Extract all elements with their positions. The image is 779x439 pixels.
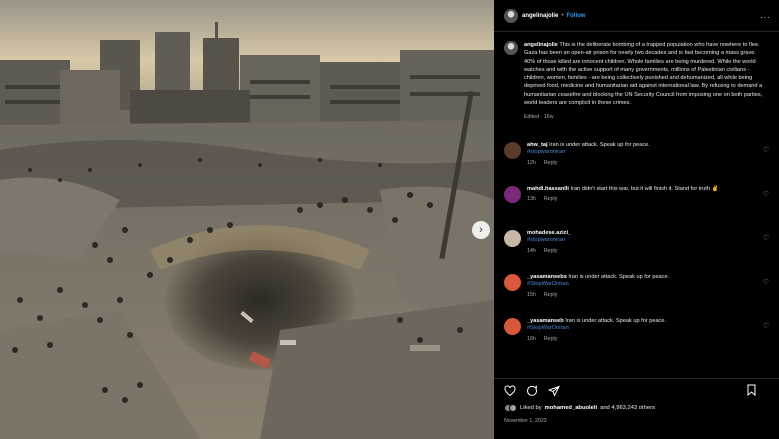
commenter-username[interactable]: _yasamanseb: [527, 318, 564, 324]
comment-list: ahw_taj Iran is under attack. Speak up f…: [494, 141, 779, 362]
liker-avatar: [509, 404, 517, 412]
commenter-avatar[interactable]: [504, 229, 521, 247]
comment-heart-icon[interactable]: ♡: [763, 234, 769, 242]
author-avatar[interactable]: [504, 8, 518, 23]
follow-button[interactable]: Follow: [566, 13, 585, 19]
caption-meta: Edited · 16w: [524, 114, 554, 121]
commenter-username[interactable]: ahw_taj: [527, 142, 548, 148]
bookmark-icon[interactable]: [746, 384, 757, 396]
comment-item: mahdi.hassanlli Iran didn't start this w…: [494, 185, 779, 230]
comment-hashtag[interactable]: #stopwaroniran: [527, 237, 565, 243]
comment-age: 14h: [527, 248, 536, 255]
share-icon[interactable]: [548, 385, 560, 397]
separator-dot: •: [561, 12, 564, 19]
likes-summary: Liked by mohamed_abuoleli and 4,963,243 …: [504, 404, 655, 412]
reply-button[interactable]: Reply: [544, 160, 558, 166]
more-options-icon[interactable]: ···: [760, 13, 771, 22]
comment-age: 12h: [527, 160, 536, 167]
comment-heart-icon[interactable]: ♡: [763, 278, 769, 286]
comment-item: ahw_taj Iran is under attack. Speak up f…: [494, 141, 779, 186]
next-image-button[interactable]: ›: [472, 221, 490, 239]
caption-avatar[interactable]: [504, 41, 518, 55]
post-header: angelinajolie • Follow ···: [494, 0, 779, 32]
caption-username[interactable]: angelinajolie: [524, 42, 558, 48]
comment-heart-icon[interactable]: ♡: [763, 322, 769, 330]
commenter-username[interactable]: mohadese.azizi_: [527, 230, 571, 236]
heart-icon[interactable]: [504, 384, 516, 397]
reply-button[interactable]: Reply: [544, 248, 558, 254]
commenter-avatar[interactable]: [504, 141, 521, 159]
chevron-right-icon: ›: [479, 223, 483, 236]
comment-age: 16h: [527, 336, 536, 343]
likes-prefix: Liked by: [520, 405, 542, 411]
reply-button[interactable]: Reply: [544, 336, 558, 342]
comment-text: Iran didn't start this war, but it will …: [570, 185, 719, 192]
commenter-avatar[interactable]: [504, 185, 521, 203]
commenter-avatar[interactable]: [504, 273, 521, 291]
reply-button[interactable]: Reply: [544, 196, 558, 202]
reply-button[interactable]: Reply: [544, 292, 558, 298]
comment-hashtag[interactable]: #StopWarOnIran: [527, 281, 569, 287]
likes-user[interactable]: mohamed_abuoleli: [545, 405, 598, 411]
comment-item: mohadese.azizi_ #stopwaroniran 14h Reply ♡: [494, 229, 779, 274]
comment-heart-icon[interactable]: ♡: [763, 190, 769, 198]
commenter-username[interactable]: _yasamansebs: [527, 274, 567, 280]
comments-scroll[interactable]: angelinajolie This is the deliberate bom…: [494, 33, 779, 373]
comment-hashtag[interactable]: #stopwaroniran: [527, 149, 565, 155]
comment-heart-icon[interactable]: ♡: [763, 146, 769, 154]
commenter-username[interactable]: mahdi.hassanlli: [527, 186, 569, 192]
comment-age: 13h: [527, 196, 536, 203]
rubble-photo: [0, 0, 494, 439]
post-date[interactable]: November 1, 2023: [504, 418, 547, 424]
comment-age: 15h: [527, 292, 536, 299]
comment-text: Iran is under attack. Speak up for peace…: [549, 141, 650, 148]
comment-icon[interactable]: [526, 384, 538, 397]
action-bar: [494, 378, 779, 402]
comment-item: _yasamanseb Iran is under attack. Speak …: [494, 317, 779, 362]
post-panel: angelinajolie • Follow ··· angelinajolie…: [494, 0, 779, 439]
comment-text: Iran is under attack. Speak up for peace…: [568, 273, 670, 280]
author-username[interactable]: angelinajolie: [522, 13, 558, 19]
post-caption: angelinajolie This is the deliberate bom…: [494, 33, 779, 122]
post-image: ›: [0, 0, 494, 439]
comment-item: _yasamansebs Iran is under attack. Speak…: [494, 273, 779, 318]
comment-hashtag[interactable]: #StopWarOnIran: [527, 325, 569, 331]
likes-suffix[interactable]: and 4,963,243 others: [600, 405, 655, 411]
commenter-avatar[interactable]: [504, 317, 521, 335]
caption-text: This is the deliberate bombing of a trap…: [524, 42, 763, 107]
comment-text: Iran is under attack. Speak up for peace…: [565, 317, 667, 324]
